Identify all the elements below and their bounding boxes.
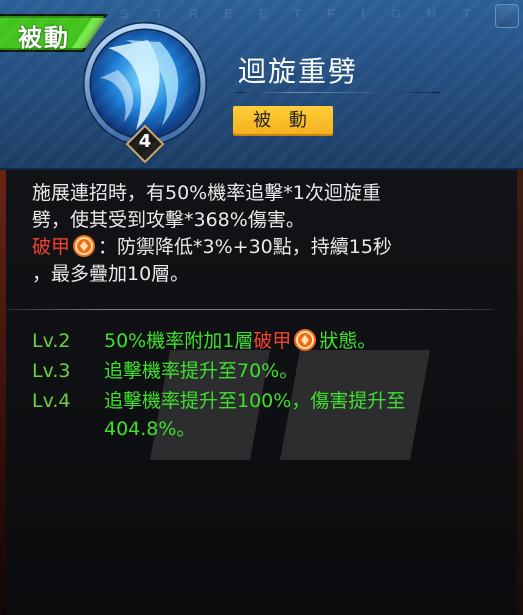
level-row: Lv.3 追擊機率提升至70%。 xyxy=(32,357,512,387)
level-label: Lv.4 xyxy=(32,390,71,412)
level-upgrades: Lv.2 50%機率附加1層破甲 狀態。 Lv.3 追擊機率提升至70%。 Lv.… xyxy=(32,327,512,445)
level-text-line: 追擊機率提升至100%，傷害提升至 xyxy=(104,390,406,412)
level-text: 50%機率附加1層破甲 狀態。 xyxy=(104,327,504,355)
description-debuff-line: 破甲 ：防禦降低*3%+30點，持續15秒 xyxy=(32,234,502,261)
skill-description: 施展連招時，有50%機率追擊*1次迴旋重 劈，使其受到攻擊*368%傷害。 破甲… xyxy=(32,180,502,288)
description-line: ，最多疊加10層。 xyxy=(32,263,190,285)
header-watermark: STREETFIGHTER xyxy=(120,6,500,21)
passive-tag: 被動 xyxy=(0,14,112,52)
skill-header: STREETFIGHTER 被動 xyxy=(0,0,523,170)
skill-name: 迴旋重劈 xyxy=(238,55,359,88)
close-icon[interactable] xyxy=(495,4,519,28)
level-row: Lv.4 追擊機率提升至100%，傷害提升至 404.8%。 xyxy=(32,387,512,445)
level-text: 追擊機率提升至70%。 xyxy=(104,360,299,382)
armor-break-icon xyxy=(72,234,96,258)
section-divider xyxy=(6,309,494,310)
level-label: Lv.3 xyxy=(32,360,71,382)
tag-shape xyxy=(0,14,108,52)
tag-label: 被動 xyxy=(18,24,70,52)
blue-slash-orb-icon: 4 xyxy=(78,18,212,164)
debuff-effect: ：防禦降低*3%+30點，持續15秒 xyxy=(98,236,392,258)
debuff-name: 破甲 xyxy=(253,330,292,352)
level-text-line: 404.8%。 xyxy=(104,418,196,440)
debuff-name: 破甲 xyxy=(32,236,71,258)
skill-level-number: 4 xyxy=(138,131,152,152)
armor-break-icon xyxy=(293,328,317,352)
level-label: Lv.2 xyxy=(32,330,71,352)
name-underline xyxy=(236,92,440,93)
level-row: Lv.2 50%機率附加1層破甲 狀態。 xyxy=(32,327,512,357)
skill-tooltip-panel: STREETFIGHTER 被動 xyxy=(0,0,523,615)
left-border-decoration xyxy=(0,160,6,615)
description-line: 劈，使其受到攻擊*368%傷害。 xyxy=(32,209,305,231)
description-line: 施展連招時，有50%機率追擊*1次迴旋重 xyxy=(32,182,381,204)
right-border-decoration xyxy=(517,160,523,615)
level-text: 追擊機率提升至100%，傷害提升至 404.8%。 xyxy=(104,387,504,443)
level-text-part: 狀態。 xyxy=(319,330,377,352)
skill-type-badge: 被 動 xyxy=(233,106,333,136)
level-text-part: 50%機率附加1層 xyxy=(104,330,254,352)
